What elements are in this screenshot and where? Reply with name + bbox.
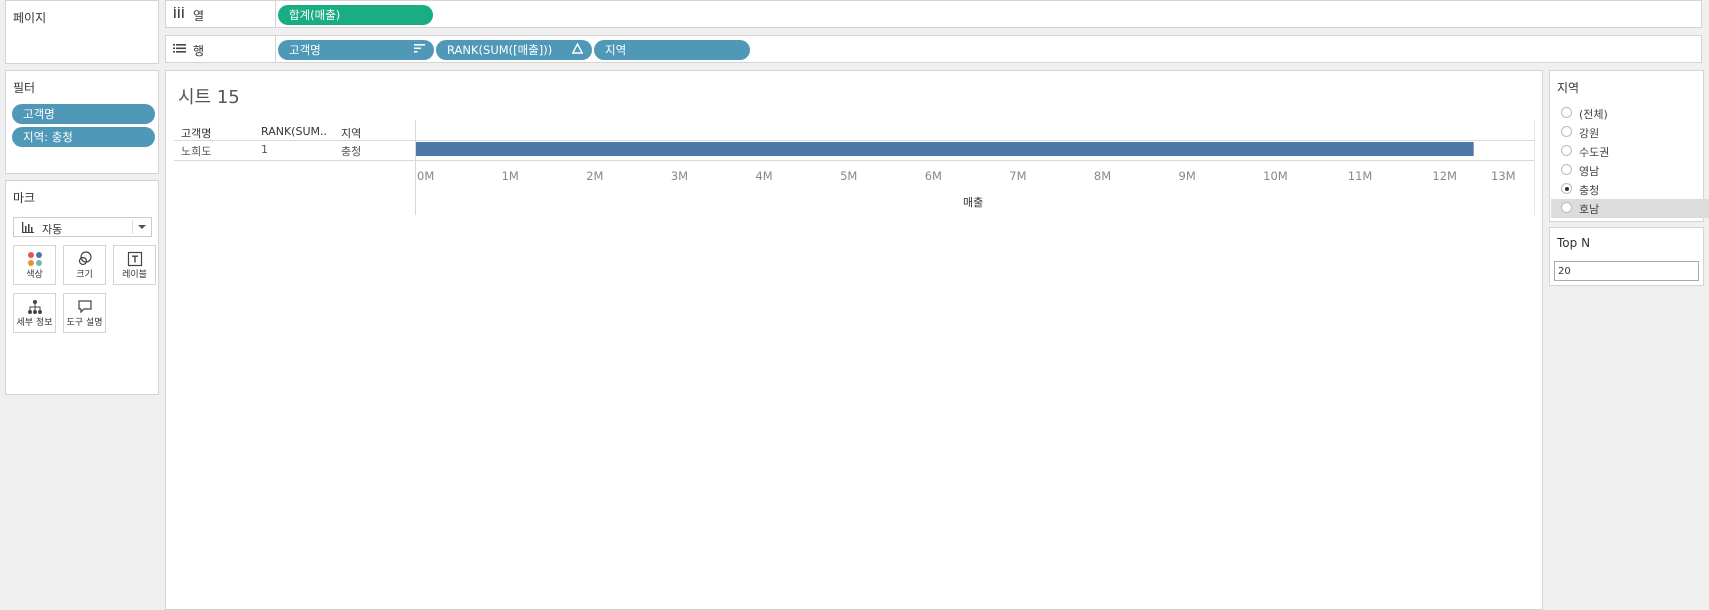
region-option[interactable]: 호남 <box>1551 199 1709 218</box>
pill-region[interactable]: 지역 <box>594 40 750 60</box>
chevron-down-icon[interactable] <box>138 225 146 229</box>
filters-card: 필터 고객명 지역: 충청 <box>5 70 159 174</box>
x-tick-label: 7M <box>1009 169 1027 183</box>
region-option-label: (전체) <box>1579 108 1608 121</box>
radio-button[interactable] <box>1561 202 1572 213</box>
mark-type-value: 자동 <box>42 223 63 236</box>
header-customer-name[interactable]: 고객명 <box>181 125 211 141</box>
region-option-label: 호남 <box>1579 203 1600 216</box>
header-rank[interactable]: RANK(SUM.. <box>261 125 327 138</box>
columns-shelf-label: 열 <box>166 1 276 27</box>
pill-label: 합계(매출) <box>289 8 341 22</box>
x-tick-label: 9M <box>1178 169 1196 183</box>
size-label: 크기 <box>76 270 93 280</box>
columns-shelf[interactable]: 열 합계(매출) <box>165 0 1702 28</box>
region-option[interactable]: 영남 <box>1551 161 1709 180</box>
delta-icon <box>571 40 584 60</box>
color-label: 색상 <box>26 270 43 280</box>
x-tick-label: 2M <box>586 169 604 183</box>
x-tick-label: 11M <box>1347 169 1373 183</box>
sort-descending-icon[interactable] <box>414 40 425 60</box>
x-tick-label: 8M <box>1093 169 1112 183</box>
pages-card: 페이지 <box>5 0 159 64</box>
marks-title: 마크 <box>13 191 36 205</box>
region-option-label: 충청 <box>1579 184 1600 197</box>
x-tick-label: 10M <box>1263 169 1288 183</box>
columns-icon <box>173 7 185 22</box>
topn-input[interactable] <box>1554 261 1699 281</box>
pill-rank-sum-sales[interactable]: RANK(SUM([매출])) <box>436 40 592 60</box>
x-tick-label: 13M <box>1491 169 1516 183</box>
detail-button[interactable]: 세부 정보 <box>13 293 56 333</box>
region-option-label: 강원 <box>1579 127 1600 140</box>
radio-button[interactable] <box>1561 145 1572 156</box>
x-axis-title: 매출 <box>963 196 984 209</box>
rows-shelf-label: 행 <box>166 36 276 62</box>
rows-shelf[interactable]: 행 고객명 RANK(SUM([매출])) 지역 <box>165 35 1702 63</box>
radio-button[interactable] <box>1561 164 1572 175</box>
pane-right-edge <box>1534 120 1535 215</box>
x-tick-label: 3M <box>670 169 689 183</box>
left-column-background <box>0 398 163 602</box>
x-tick-label: 1M <box>501 169 519 183</box>
radio-button[interactable] <box>1561 183 1572 194</box>
bar-노희도[interactable] <box>416 142 1474 156</box>
label-button[interactable]: 레이블 <box>113 245 156 285</box>
topn-card: Top N <box>1549 227 1704 286</box>
x-tick-label: 4M <box>755 169 773 183</box>
x-tick-label: 12M <box>1432 169 1457 183</box>
pages-title: 페이지 <box>13 11 47 25</box>
cell-rank[interactable]: 1 <box>261 143 268 156</box>
pill-label: 지역 <box>605 43 627 57</box>
size-button[interactable]: 크기 <box>63 245 106 285</box>
x-tick-label: 6M <box>924 169 942 183</box>
region-option[interactable]: 수도권 <box>1551 142 1709 161</box>
rows-icon <box>173 42 186 57</box>
detail-label: 세부 정보 <box>16 318 53 328</box>
radio-button[interactable] <box>1561 107 1572 118</box>
cell-customer-name[interactable]: 노희도 <box>181 143 211 159</box>
cell-region[interactable]: 충청 <box>341 143 361 159</box>
filter-pill-label: 고객명 <box>23 107 55 121</box>
marks-card: 마크 자동 색상 크기 레이블 세부 정보 도구 설명 <box>5 180 159 395</box>
region-option-label: 영남 <box>1579 165 1600 178</box>
topn-title: Top N <box>1557 236 1591 250</box>
color-button[interactable]: 색상 <box>13 245 56 285</box>
region-filter-card: 지역 (전체) 강원수도권영남충청호남 <box>1549 70 1709 222</box>
filter-pill-label: 지역: 충청 <box>23 130 73 144</box>
region-option-label: 수도권 <box>1579 146 1610 159</box>
filter-pill-customer-name[interactable]: 고객명 <box>12 104 155 124</box>
pill-customer-name[interactable]: 고객명 <box>278 40 434 60</box>
tooltip-button[interactable]: 도구 설명 <box>63 293 106 333</box>
radio-button[interactable] <box>1561 126 1572 137</box>
label-label: 레이블 <box>122 270 147 280</box>
rows-label: 행 <box>193 44 205 58</box>
region-option[interactable]: 강원 <box>1551 123 1709 142</box>
x-tick-label: 0M <box>417 169 435 183</box>
sheet-title: 시트 15 <box>178 87 240 108</box>
header-region[interactable]: 지역 <box>341 125 361 141</box>
region-option[interactable]: (전체) <box>1551 104 1709 123</box>
bar-chart-icon <box>22 222 34 236</box>
pill-label: 고객명 <box>289 43 321 57</box>
columns-label: 열 <box>193 9 205 23</box>
filters-title: 필터 <box>13 81 36 95</box>
region-option[interactable]: 충청 <box>1551 180 1709 199</box>
filter-pill-region[interactable]: 지역: 충청 <box>12 127 155 147</box>
region-filter-title: 지역 <box>1557 81 1580 95</box>
pill-sum-sales[interactable]: 합계(매출) <box>278 5 433 25</box>
x-tick-label: 5M <box>840 169 858 183</box>
pill-label: RANK(SUM([매출])) <box>447 43 553 57</box>
mark-type-dropdown[interactable]: 자동 <box>13 217 152 237</box>
dropdown-separator <box>132 220 133 234</box>
tooltip-label: 도구 설명 <box>66 318 103 328</box>
